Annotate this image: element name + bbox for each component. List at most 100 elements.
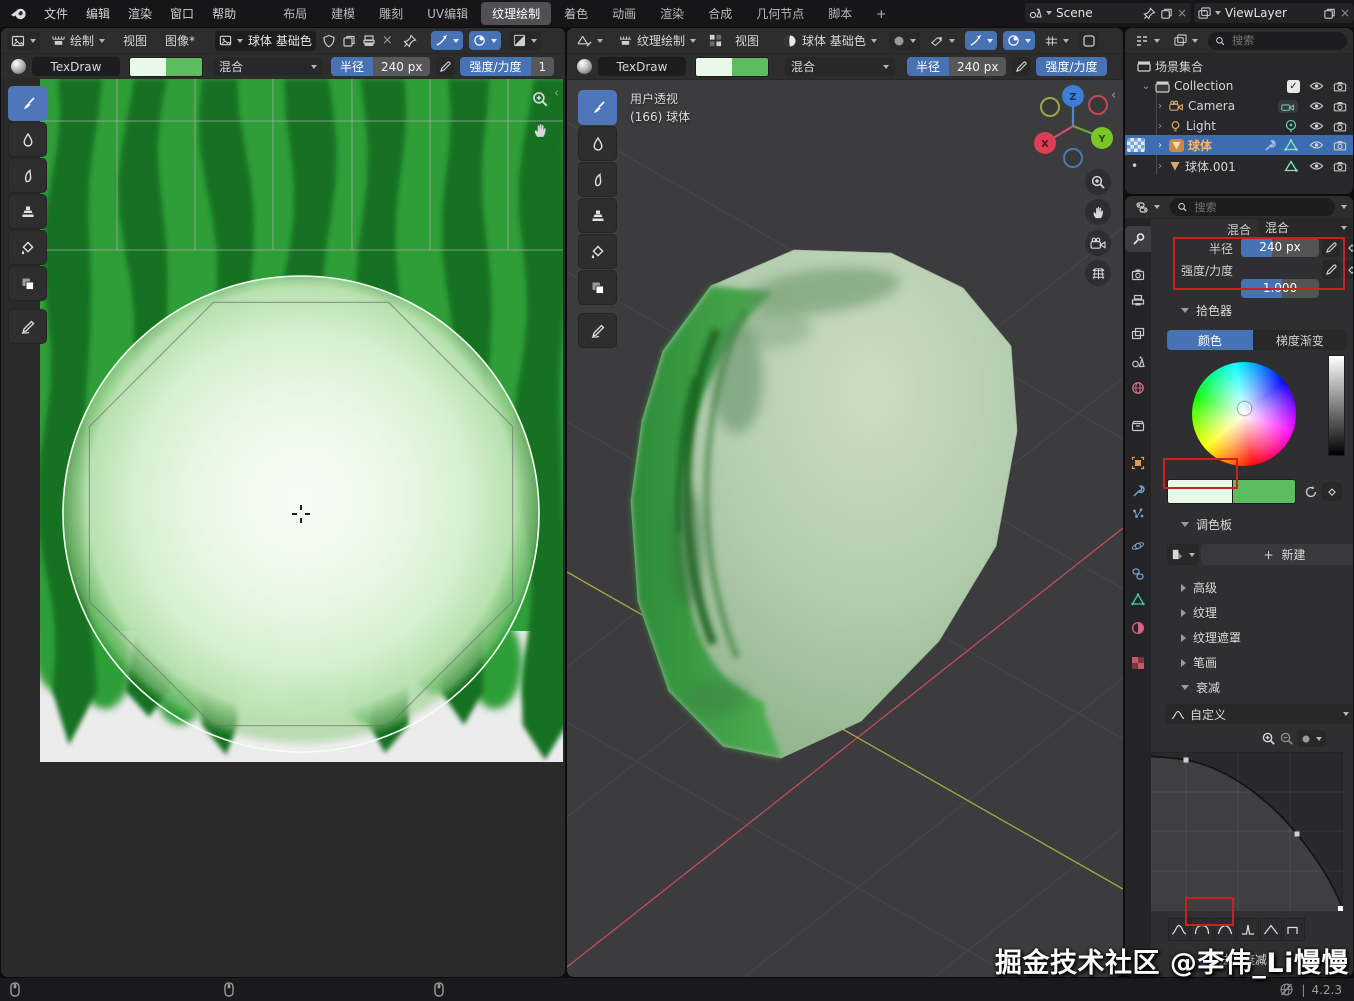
proportional-editing-dropdown[interactable] <box>965 31 997 50</box>
paint-mode-dropdown[interactable]: 绘制 <box>46 31 111 50</box>
camera-view-button[interactable] <box>1085 230 1111 256</box>
radius-slider[interactable]: 半径 240 px <box>331 57 430 76</box>
preset-constant-icon[interactable] <box>1283 918 1305 941</box>
palette-section-header[interactable]: 调色板 <box>1181 516 1232 533</box>
swap-colors-icon[interactable] <box>1304 485 1318 499</box>
blend-mode-dropdown[interactable]: 混合 <box>213 57 323 76</box>
properties-tab-output[interactable] <box>1125 287 1151 313</box>
hide-eye-icon[interactable] <box>1309 161 1324 171</box>
menu-file[interactable]: 文件 <box>35 5 77 22</box>
new-image-icon[interactable] <box>342 34 356 48</box>
tool-draw[interactable] <box>8 86 47 121</box>
navigation-gizmo[interactable]: Z X Y <box>1025 80 1121 176</box>
fake-user-icon[interactable] <box>322 34 336 48</box>
tool-mask[interactable] <box>578 270 617 305</box>
workspace-tab-sculpting[interactable]: 雕刻 <box>368 2 414 25</box>
menu-edit[interactable]: 编辑 <box>77 5 119 22</box>
editor-type-button[interactable] <box>7 31 40 50</box>
color-picker-section-header[interactable]: 拾色器 <box>1181 302 1232 319</box>
strength-slider[interactable]: 强度/力度 <box>1036 57 1106 76</box>
scene-collection-row[interactable]: 场景集合 <box>1125 56 1353 76</box>
menu-render[interactable]: 渲染 <box>119 5 161 22</box>
tool-annotate[interactable] <box>578 313 617 348</box>
mode-dropdown[interactable]: 纹理绘制 <box>613 31 702 50</box>
workspace-tab-texture-paint[interactable]: 纹理绘制 <box>481 2 551 25</box>
color-animate-button[interactable] <box>1322 482 1342 501</box>
radius-pressure-button[interactable] <box>436 57 454 76</box>
tool-fill[interactable] <box>578 234 617 269</box>
secondary-color-swatch[interactable] <box>166 58 202 76</box>
exclude-checkbox[interactable]: ✓ <box>1287 80 1300 93</box>
properties-tab-viewlayer[interactable] <box>1125 320 1151 346</box>
radius-pressure-button[interactable] <box>1322 238 1340 257</box>
tool-clone[interactable] <box>8 194 47 229</box>
tab-gradient[interactable]: 梯度渐变 <box>1253 330 1347 350</box>
radius-slider[interactable]: 半径 240 px <box>907 57 1006 76</box>
sidebar-collapse-arrow[interactable]: ‹ <box>554 86 559 101</box>
stroke-section-header[interactable]: 笔画 <box>1181 654 1217 671</box>
workspace-tab-animation[interactable]: 动画 <box>601 2 647 25</box>
editor-type-button[interactable] <box>573 31 607 50</box>
tool-smear[interactable] <box>578 162 617 197</box>
sphere-row-selected[interactable]: › 球体 <box>1125 135 1353 155</box>
tool-soften[interactable] <box>578 126 617 161</box>
visibility-dropdown[interactable] <box>926 31 959 50</box>
camera-row[interactable]: › Camera <box>1125 96 1353 116</box>
workspace-tab-uv-editing[interactable]: UV编辑 <box>416 2 479 25</box>
tool-mask[interactable] <box>8 266 47 301</box>
outliner-display-mode-button[interactable] <box>1131 31 1164 50</box>
tool-annotate[interactable] <box>8 309 47 344</box>
sidebar-collapse-arrow[interactable]: ‹ <box>1111 88 1116 103</box>
falloff-shape-dropdown[interactable]: 自定义 <box>1165 704 1353 724</box>
curve-point[interactable] <box>1184 758 1189 763</box>
curve-point-selected[interactable] <box>1338 906 1343 911</box>
properties-tab-material[interactable] <box>1125 615 1151 641</box>
perspective-toggle-button[interactable] <box>1085 260 1111 286</box>
menu-view[interactable]: 视图 <box>117 32 153 49</box>
viewport-scene[interactable] <box>567 78 1123 977</box>
secondary-color-swatch[interactable] <box>1233 479 1296 504</box>
properties-tab-scene[interactable] <box>1125 348 1151 374</box>
shading-dropdown[interactable] <box>889 31 920 50</box>
viewlayer-selector[interactable]: ViewLayer × <box>1194 3 1354 23</box>
strength-pressure-button[interactable] <box>1322 260 1340 279</box>
zoom-gizmo-button[interactable] <box>1085 169 1111 195</box>
hide-eye-icon[interactable] <box>1309 101 1324 111</box>
preset-sharp-icon[interactable] <box>1237 918 1259 941</box>
brush-preview-icon[interactable] <box>577 59 592 74</box>
brush-color-swatches[interactable] <box>695 57 769 77</box>
properties-context-button[interactable] <box>1131 198 1164 217</box>
curve-zoom-in-icon[interactable] <box>1261 731 1276 746</box>
delete-scene-icon[interactable]: × <box>1177 6 1187 20</box>
texture-image[interactable] <box>40 79 563 762</box>
add-workspace-button[interactable]: + <box>865 4 897 24</box>
delete-viewlayer-icon[interactable]: × <box>1340 6 1350 20</box>
workspace-tab-geometry-nodes[interactable]: 几何节点 <box>745 2 815 25</box>
workspace-tab-layout[interactable]: 布局 <box>272 2 318 25</box>
menu-image[interactable]: 图像* <box>159 32 201 49</box>
menu-help[interactable]: 帮助 <box>203 5 245 22</box>
falloff-curve-widget[interactable] <box>1151 752 1343 911</box>
color-wheel-cursor[interactable] <box>1238 402 1251 415</box>
tool-smear[interactable] <box>8 158 47 193</box>
primary-color-swatch[interactable] <box>1167 479 1233 504</box>
workspace-tab-rendering[interactable]: 渲染 <box>649 2 695 25</box>
tool-soften[interactable] <box>8 122 47 157</box>
palette-datablock-button[interactable] <box>1167 544 1199 565</box>
curve-zoom-out-icon[interactable] <box>1279 731 1294 746</box>
tool-draw[interactable] <box>578 90 617 125</box>
palette-new-button[interactable]: + 新建 <box>1201 544 1353 565</box>
expand-icon[interactable]: ⌄ <box>1141 81 1151 92</box>
curve-point-options-dropdown[interactable] <box>1297 730 1326 747</box>
pan-gizmo-button[interactable] <box>1085 199 1111 225</box>
disable-render-icon[interactable] <box>1333 121 1347 132</box>
texture-mask-section-header[interactable]: 纹理遮罩 <box>1181 629 1241 646</box>
tool-clone[interactable] <box>578 198 617 233</box>
hide-eye-ic[interactable] <box>1309 121 1324 131</box>
properties-tab-texture[interactable] <box>1125 650 1151 676</box>
properties-search[interactable] <box>1170 198 1335 216</box>
overlays-dropdown[interactable] <box>1041 31 1073 50</box>
strength-animate-button[interactable] <box>1342 260 1353 279</box>
expand-icon[interactable]: › <box>1155 121 1165 132</box>
outliner-filter-button[interactable] <box>1170 31 1202 50</box>
